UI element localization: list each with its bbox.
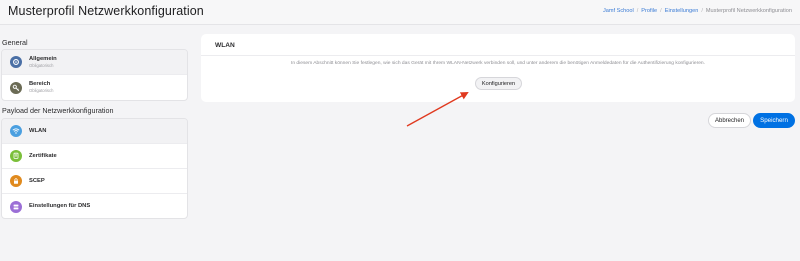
- breadcrumb: Jamf School / Profile / Einstellungen / Muster…: [603, 8, 792, 14]
- save-button[interactable]: Speichern: [753, 113, 795, 128]
- sidebar-item-zertifikate[interactable]: Zertifikate: [2, 144, 187, 169]
- sidebar-item-dns[interactable]: Einstellungen für DNS: [2, 194, 187, 218]
- certificate-icon: [10, 150, 22, 162]
- sidebar-item-bereich[interactable]: Bereich Obligatorisch: [2, 75, 187, 100]
- key-icon: [10, 81, 22, 94]
- gear-icon: [10, 56, 22, 68]
- breadcrumb-jamf-school[interactable]: Jamf School: [603, 8, 634, 14]
- sidebar-item-label: Bereich: [29, 81, 51, 87]
- sidebar-item-label: Allgemein: [29, 55, 57, 62]
- configure-button[interactable]: Konfigurieren: [475, 77, 522, 90]
- sidebar-item-sublabel: Obligatorisch: [29, 62, 54, 68]
- section-title: WLAN: [215, 42, 235, 49]
- sidebar-item-wlan[interactable]: WLAN: [2, 119, 187, 144]
- cancel-button[interactable]: Abbrechen: [708, 113, 751, 128]
- breadcrumb-separator: /: [636, 8, 639, 14]
- wifi-icon: [10, 125, 22, 137]
- breadcrumb-profile[interactable]: Profile: [641, 8, 657, 14]
- top-bar: Musterprofil Netzwerkkonfiguration Jamf …: [0, 0, 800, 25]
- breadcrumb-current: Musterprofil Netzwerkkonfiguration: [705, 8, 792, 14]
- payload-card: WLAN Zertifikate SCEP Einstellungen für …: [1, 118, 188, 219]
- breadcrumb-separator: /: [701, 8, 703, 14]
- dns-icon: [10, 200, 22, 213]
- payload-heading: Payload der Netzwerkkonfiguration: [2, 106, 114, 115]
- sidebar-item-label: Zertifikate: [29, 152, 57, 159]
- sidebar-item-label: WLAN: [29, 127, 47, 134]
- general-heading: General: [2, 38, 28, 47]
- sidebar-item-label: SCEP: [29, 177, 45, 184]
- section-description: In diesem Abschnitt können Sie festlegen…: [290, 61, 706, 66]
- breadcrumb-separator: /: [660, 8, 662, 14]
- breadcrumb-einstellungen[interactable]: Einstellungen: [665, 8, 699, 14]
- wlan-card: WLAN: [201, 34, 795, 102]
- sidebar-item-label: Einstellungen für DNS: [29, 203, 91, 209]
- page-title: Musterprofil Netzwerkkonfiguration: [8, 4, 204, 18]
- sidebar-item-sublabel: Obligatorisch: [29, 88, 54, 93]
- lock-icon: [10, 175, 22, 187]
- general-card: Allgemein Obligatorisch Bereich Obligato…: [1, 49, 188, 101]
- sidebar-item-allgemein[interactable]: Allgemein Obligatorisch: [2, 50, 187, 75]
- section-divider: [201, 55, 795, 56]
- sidebar-item-scep[interactable]: SCEP: [2, 169, 187, 194]
